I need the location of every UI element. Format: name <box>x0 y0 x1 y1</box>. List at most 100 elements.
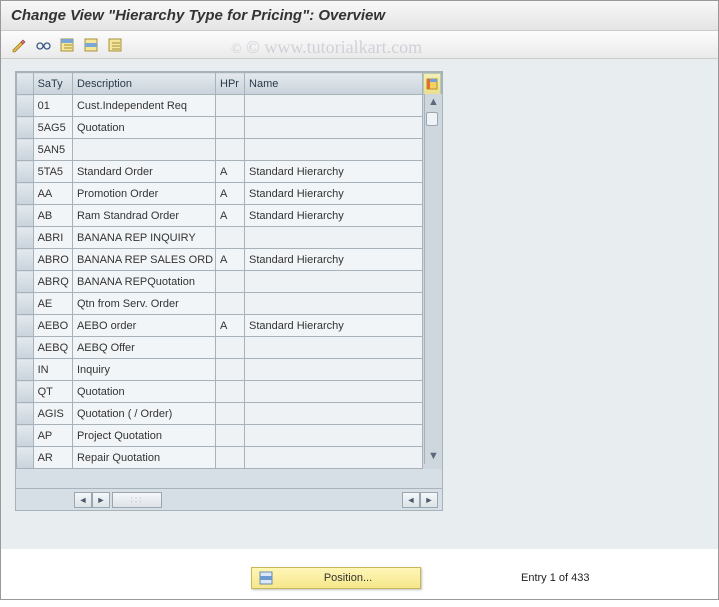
cell-name[interactable] <box>245 117 423 139</box>
cell-saty[interactable]: ABRI <box>33 227 72 249</box>
cell-name[interactable] <box>245 227 423 249</box>
row-selector[interactable] <box>17 95 34 117</box>
scroll-up-icon[interactable]: ▲ <box>426 94 442 110</box>
cell-description[interactable]: BANANA REP INQUIRY <box>72 227 215 249</box>
cell-saty[interactable]: QT <box>33 381 72 403</box>
cell-hpr[interactable] <box>216 447 245 469</box>
cell-saty[interactable]: 5AG5 <box>33 117 72 139</box>
cell-description[interactable]: Quotation <box>72 381 215 403</box>
cell-hpr[interactable] <box>216 359 245 381</box>
scroll-right-end-icon[interactable]: ► <box>420 492 438 508</box>
cell-name[interactable] <box>245 271 423 293</box>
cell-hpr[interactable] <box>216 271 245 293</box>
cell-description[interactable]: BANANA REP SALES ORD <box>72 249 215 271</box>
cell-description[interactable]: Standard Order <box>72 161 215 183</box>
table-row[interactable]: ABRam Standrad OrderAStandard Hierarchy <box>17 205 442 227</box>
scroll-right-step-icon[interactable]: ► <box>92 492 110 508</box>
cell-name[interactable]: Standard Hierarchy <box>245 249 423 271</box>
row-selector[interactable] <box>17 315 34 337</box>
table-row[interactable]: ABRQBANANA REPQuotation <box>17 271 442 293</box>
cell-name[interactable] <box>245 447 423 469</box>
cell-description[interactable]: AEBQ Offer <box>72 337 215 359</box>
table-row[interactable]: 5AG5Quotation <box>17 117 442 139</box>
cell-name[interactable] <box>245 381 423 403</box>
cell-hpr[interactable]: A <box>216 183 245 205</box>
cell-description[interactable]: Inquiry <box>72 359 215 381</box>
cell-description[interactable]: AEBO order <box>72 315 215 337</box>
column-header-selector[interactable] <box>17 73 34 95</box>
cell-description[interactable]: BANANA REPQuotation <box>72 271 215 293</box>
column-header-hpr[interactable]: HPr <box>216 73 245 95</box>
cell-saty[interactable]: AGIS <box>33 403 72 425</box>
cell-hpr[interactable] <box>216 139 245 161</box>
table-row[interactable]: ABRIBANANA REP INQUIRY <box>17 227 442 249</box>
row-selector[interactable] <box>17 425 34 447</box>
cell-saty[interactable]: AR <box>33 447 72 469</box>
select-all-icon[interactable] <box>57 35 77 55</box>
cell-saty[interactable]: AB <box>33 205 72 227</box>
cell-hpr[interactable] <box>216 117 245 139</box>
cell-name[interactable]: Standard Hierarchy <box>245 161 423 183</box>
cell-hpr[interactable] <box>216 381 245 403</box>
cell-name[interactable] <box>245 403 423 425</box>
position-button[interactable]: Position... <box>251 567 421 589</box>
scroll-left-end-icon[interactable]: ◄ <box>402 492 420 508</box>
row-selector[interactable] <box>17 403 34 425</box>
pencil-icon[interactable] <box>9 35 29 55</box>
cell-hpr[interactable] <box>216 425 245 447</box>
vertical-scrollbar[interactable]: ▲ ▼ <box>424 94 442 464</box>
row-selector[interactable] <box>17 271 34 293</box>
horizontal-scrollbar[interactable]: ◄ ► ::: ◄ ► <box>16 488 442 510</box>
cell-hpr[interactable] <box>216 403 245 425</box>
cell-saty[interactable]: AEBO <box>33 315 72 337</box>
cell-description[interactable]: Ram Standrad Order <box>72 205 215 227</box>
table-row[interactable]: AEBQAEBQ Offer <box>17 337 442 359</box>
table-settings-icon[interactable] <box>423 73 441 95</box>
cell-description[interactable] <box>72 139 215 161</box>
cell-saty[interactable]: 01 <box>33 95 72 117</box>
cell-description[interactable]: Repair Quotation <box>72 447 215 469</box>
row-selector[interactable] <box>17 139 34 161</box>
row-selector[interactable] <box>17 337 34 359</box>
cell-saty[interactable]: AEBQ <box>33 337 72 359</box>
scroll-down-icon[interactable]: ▼ <box>426 448 442 464</box>
cell-description[interactable]: Quotation <box>72 117 215 139</box>
cell-saty[interactable]: ABRQ <box>33 271 72 293</box>
table-row[interactable]: AEQtn from Serv. Order <box>17 293 442 315</box>
cell-name[interactable]: Standard Hierarchy <box>245 315 423 337</box>
select-block-icon[interactable] <box>81 35 101 55</box>
cell-name[interactable] <box>245 337 423 359</box>
column-header-saty[interactable]: SaTy <box>33 73 72 95</box>
table-row[interactable]: QTQuotation <box>17 381 442 403</box>
cell-description[interactable]: Project Quotation <box>72 425 215 447</box>
cell-saty[interactable]: AP <box>33 425 72 447</box>
table-row[interactable]: 01Cust.Independent Req <box>17 95 442 117</box>
cell-description[interactable]: Quotation ( / Order) <box>72 403 215 425</box>
glasses-icon[interactable] <box>33 35 53 55</box>
cell-saty[interactable]: AA <box>33 183 72 205</box>
table-row[interactable]: ARRepair Quotation <box>17 447 442 469</box>
row-selector[interactable] <box>17 381 34 403</box>
row-selector[interactable] <box>17 161 34 183</box>
row-selector[interactable] <box>17 249 34 271</box>
cell-hpr[interactable] <box>216 337 245 359</box>
column-header-description[interactable]: Description <box>72 73 215 95</box>
cell-hpr[interactable]: A <box>216 161 245 183</box>
cell-name[interactable] <box>245 425 423 447</box>
cell-hpr[interactable]: A <box>216 249 245 271</box>
table-row[interactable]: AGISQuotation ( / Order) <box>17 403 442 425</box>
row-selector[interactable] <box>17 117 34 139</box>
column-header-name[interactable]: Name <box>245 73 423 95</box>
table-row[interactable]: 5TA5Standard OrderAStandard Hierarchy <box>17 161 442 183</box>
horizontal-scroll-handle[interactable]: ::: <box>112 492 162 508</box>
row-selector[interactable] <box>17 183 34 205</box>
row-selector[interactable] <box>17 227 34 249</box>
scroll-thumb[interactable] <box>426 112 438 126</box>
cell-name[interactable] <box>245 293 423 315</box>
scroll-left-icon[interactable]: ◄ <box>74 492 92 508</box>
table-row[interactable]: 5AN5 <box>17 139 442 161</box>
row-selector[interactable] <box>17 447 34 469</box>
cell-saty[interactable]: 5TA5 <box>33 161 72 183</box>
cell-description[interactable]: Promotion Order <box>72 183 215 205</box>
cell-hpr[interactable]: A <box>216 315 245 337</box>
